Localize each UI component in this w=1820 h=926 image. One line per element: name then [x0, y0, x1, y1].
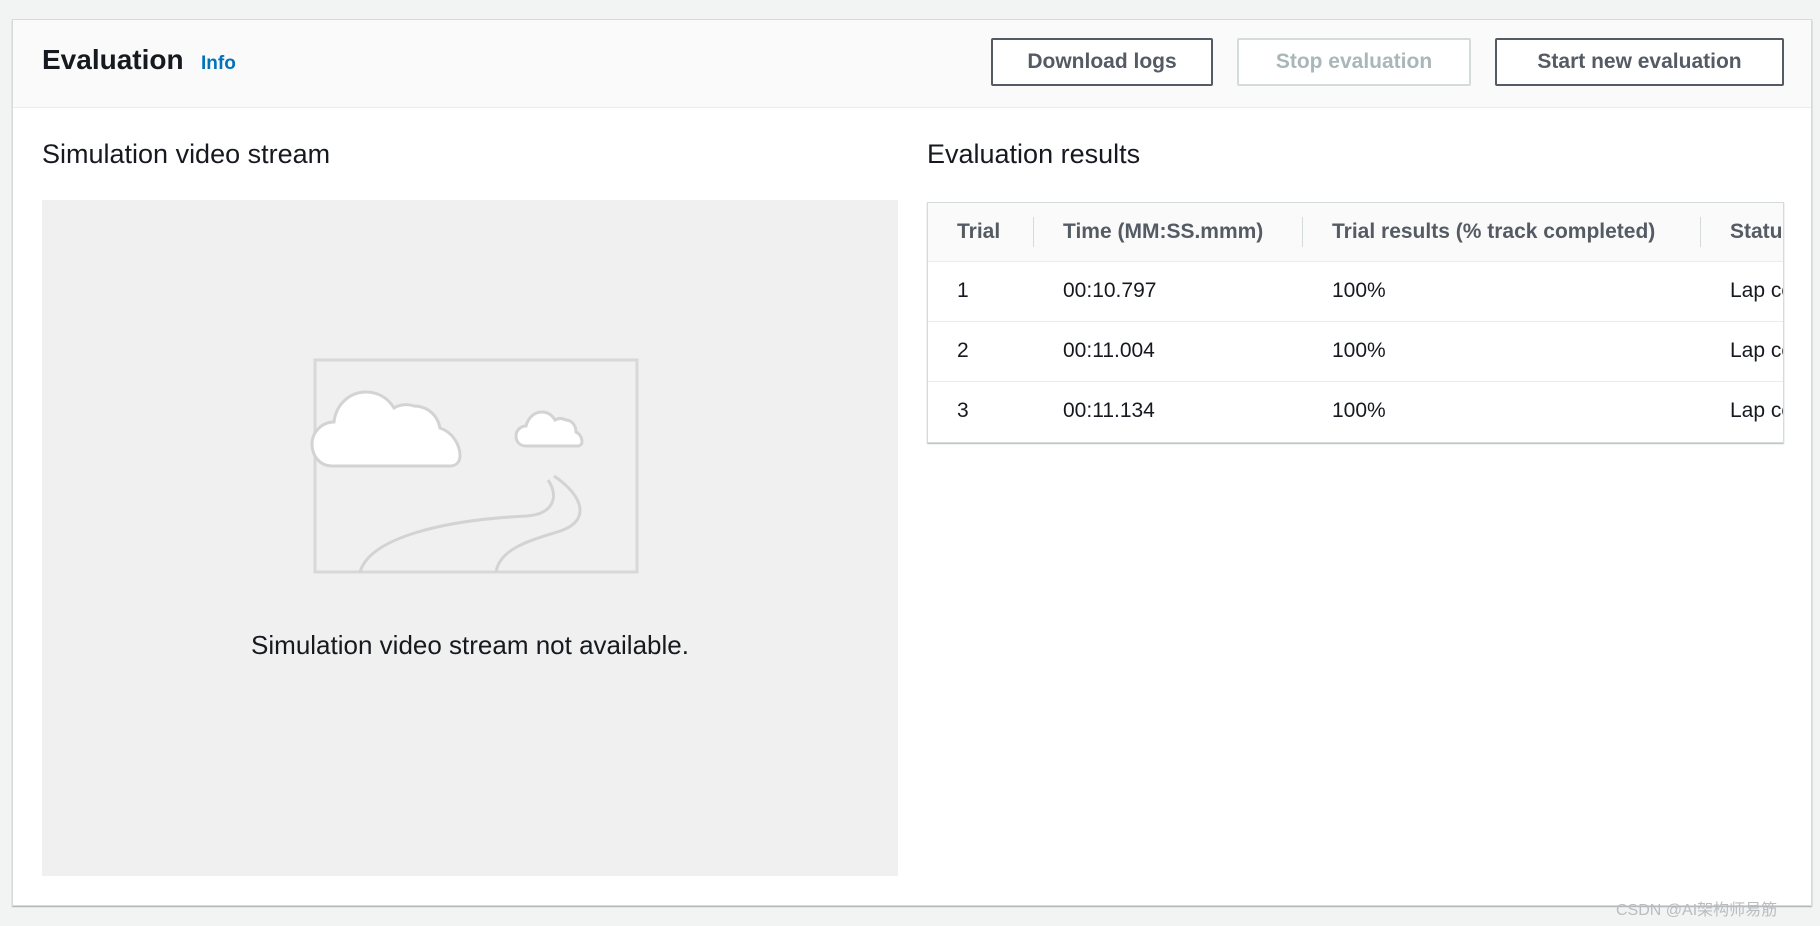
stop-evaluation-button[interactable]: Stop evaluation [1237, 38, 1471, 86]
status-cell: Lap complete [1701, 261, 1783, 322]
time-cell: 00:10.797 [1034, 261, 1303, 322]
time-cell: 00:11.004 [1034, 321, 1303, 382]
column-header-trial-results: Trial results (% track completed) [1303, 203, 1701, 262]
column-header-trial: Trial [928, 203, 1034, 262]
download-logs-button[interactable]: Download logs [991, 38, 1213, 86]
watermark: CSDN @AI架构师易筋 [1616, 902, 1778, 919]
table-row: 2 00:11.004 100% Lap complete [928, 321, 1783, 382]
evaluation-panel: Evaluation Info Download logs Stop evalu… [12, 19, 1812, 906]
status-cell: Lap complete [1701, 321, 1783, 382]
result-cell: 100% [1332, 399, 1386, 423]
panel-header: Evaluation Info Download logs Stop evalu… [13, 20, 1811, 108]
info-link[interactable]: Info [201, 53, 236, 75]
table-header-row: Trial Time (MM:SS.mmm) Trial results (% … [928, 203, 1783, 262]
result-cell: 100% [1303, 321, 1701, 382]
trial-cell: 1 [928, 261, 1034, 322]
video-section-title: Simulation video stream [42, 139, 331, 169]
trial-cell: 2 [928, 321, 1034, 382]
results-section-title: Evaluation results [927, 139, 1141, 169]
landscape-placeholder-icon [310, 358, 639, 574]
table-row: 1 00:10.797 100% Lap complete [928, 261, 1783, 322]
evaluation-results-table: Trial Time (MM:SS.mmm) Trial results (% … [927, 202, 1784, 443]
video-unavailable-message: Simulation video stream not available. [251, 630, 689, 660]
table-row: 3 00:11.134 100% Lap complete [928, 381, 1783, 441]
column-header-time: Time (MM:SS.mmm) [1034, 203, 1303, 262]
trial-cell: 3 [957, 399, 969, 423]
result-cell: 100% [1303, 261, 1701, 322]
column-header-status: Status [1701, 203, 1783, 262]
start-new-evaluation-button[interactable]: Start new evaluation [1495, 38, 1784, 86]
time-cell: 00:11.134 [1063, 399, 1155, 423]
status-cell: Lap complete [1730, 399, 1783, 423]
video-placeholder: Simulation video stream not available. [42, 200, 898, 876]
page-title: Evaluation [42, 44, 184, 75]
